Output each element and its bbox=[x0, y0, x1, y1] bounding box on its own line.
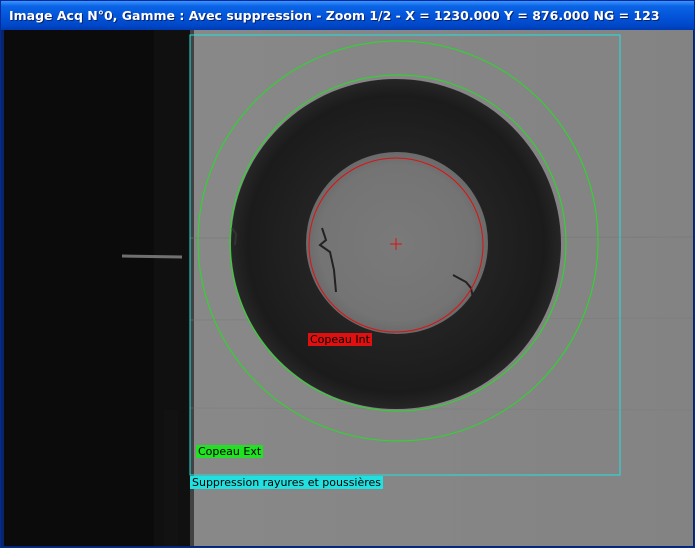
bright-streak bbox=[121, 254, 183, 259]
copeau-int-label: Copeau Int bbox=[308, 333, 372, 346]
suppression-label: Suppression rayures et poussières bbox=[190, 476, 384, 489]
camera-image bbox=[4, 30, 693, 546]
image-acquisition-window: Image Acq N°0, Gamme : Avec suppression … bbox=[0, 0, 695, 548]
window-title: Image Acq N°0, Gamme : Avec suppression … bbox=[9, 8, 660, 23]
title-bar[interactable]: Image Acq N°0, Gamme : Avec suppression … bbox=[1, 1, 694, 30]
washer-hole bbox=[306, 152, 488, 334]
copeau-ext-label: Copeau Ext bbox=[196, 445, 264, 458]
camera-image-view[interactable]: Copeau Int Copeau Ext Suppression rayure… bbox=[4, 30, 693, 546]
